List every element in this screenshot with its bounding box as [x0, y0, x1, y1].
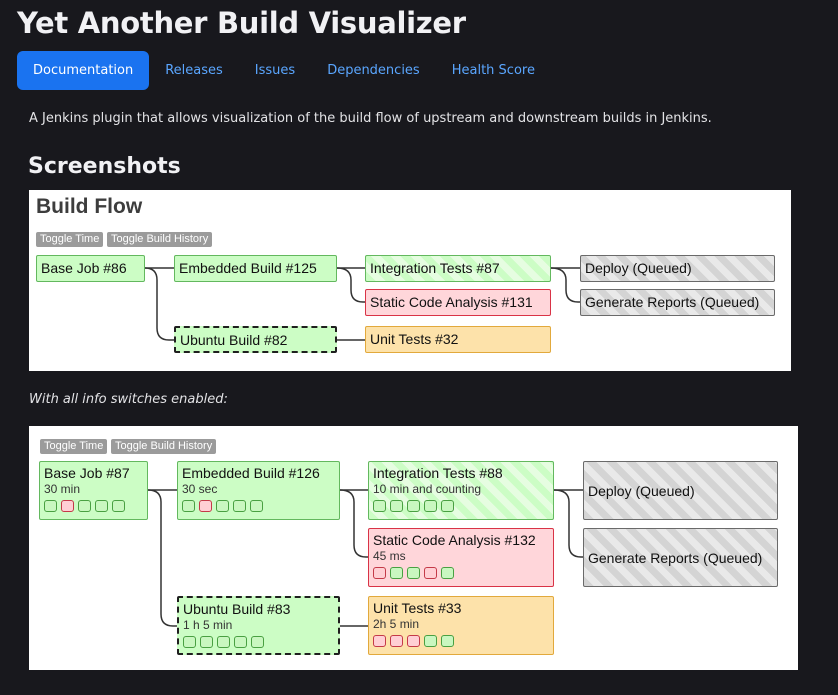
- history-dot-success[interactable]: [251, 636, 264, 648]
- history-dot-success[interactable]: [233, 500, 246, 512]
- history-dot-success[interactable]: [390, 567, 403, 579]
- history-dot-success[interactable]: [390, 500, 403, 512]
- history-dot-success[interactable]: [407, 500, 420, 512]
- build-node-integration-tests[interactable]: Integration Tests #87: [365, 255, 551, 282]
- history-dot-success[interactable]: [95, 500, 108, 512]
- history-dot-success[interactable]: [234, 636, 247, 648]
- build-node-static-analysis[interactable]: Static Code Analysis #132 45 ms: [368, 528, 554, 587]
- node-duration: 2h 5 min: [373, 617, 420, 631]
- tab-issues[interactable]: Issues: [239, 51, 311, 90]
- page-title: Yet Another Build Visualizer: [17, 6, 466, 40]
- build-history: [373, 500, 553, 512]
- tab-health-score[interactable]: Health Score: [436, 51, 551, 90]
- history-dot-failure[interactable]: [373, 567, 386, 579]
- nav-tabs: Documentation Releases Issues Dependenci…: [17, 51, 551, 90]
- node-duration: 45 ms: [373, 549, 406, 563]
- build-node-ubuntu[interactable]: Ubuntu Build #83 1 h 5 min: [177, 596, 340, 655]
- build-node-integration-tests[interactable]: Integration Tests #88 10 min and countin…: [368, 461, 554, 520]
- tab-dependencies[interactable]: Dependencies: [311, 51, 436, 90]
- build-node-ubuntu[interactable]: Ubuntu Build #82: [174, 326, 337, 353]
- history-dot-success[interactable]: [44, 500, 57, 512]
- history-dot-success[interactable]: [217, 636, 230, 648]
- node-label: Embedded Build #126: [182, 465, 320, 481]
- toggle-time-button[interactable]: Toggle Time: [36, 232, 104, 247]
- history-dot-success[interactable]: [407, 567, 420, 579]
- build-node-deploy[interactable]: Deploy (Queued): [583, 461, 778, 520]
- screenshot-build-flow-all-info: Toggle Time Toggle Build History Base Jo…: [29, 426, 798, 670]
- history-dot-success[interactable]: [78, 500, 91, 512]
- build-node-base-job[interactable]: Base Job #87 30 min: [39, 461, 148, 520]
- screenshot-build-flow: Build Flow Toggle Time Toggle Build Hist…: [29, 190, 791, 371]
- build-history: [44, 500, 147, 512]
- connector-embedded-static: [336, 267, 365, 303]
- build-history: [183, 636, 338, 648]
- history-dot-failure[interactable]: [407, 635, 420, 647]
- intro-text: A Jenkins plugin that allows visualizati…: [29, 111, 712, 126]
- node-label: Deploy (Queued): [588, 482, 695, 499]
- build-history: [182, 500, 339, 512]
- history-dot-success[interactable]: [183, 636, 196, 648]
- toggle-build-history-button[interactable]: Toggle Build History: [107, 232, 213, 247]
- build-node-base-job[interactable]: Base Job #86: [36, 255, 145, 282]
- history-dot-success[interactable]: [200, 636, 213, 648]
- connector-base-ubuntu: [147, 489, 177, 627]
- history-dot-failure[interactable]: [373, 635, 386, 647]
- screenshots-heading: Screenshots: [28, 154, 181, 179]
- tab-releases[interactable]: Releases: [149, 51, 239, 90]
- history-dot-success[interactable]: [441, 567, 454, 579]
- build-node-embedded[interactable]: Embedded Build #126 30 sec: [177, 461, 340, 520]
- node-label: Unit Tests #33: [373, 600, 462, 616]
- build-node-deploy[interactable]: Deploy (Queued): [580, 255, 775, 282]
- history-dot-success[interactable]: [424, 500, 437, 512]
- node-label: Ubuntu Build #83: [183, 601, 291, 617]
- build-history: [373, 635, 553, 647]
- build-node-unit-tests[interactable]: Unit Tests #32: [365, 326, 551, 353]
- history-dot-success[interactable]: [373, 500, 386, 512]
- caption-info-switches: With all info switches enabled:: [29, 392, 228, 407]
- build-node-unit-tests[interactable]: Unit Tests #33 2h 5 min: [368, 596, 554, 655]
- node-label: Base Job #87: [44, 465, 130, 481]
- node-duration: 10 min and counting: [373, 482, 482, 496]
- history-dot-success[interactable]: [216, 500, 229, 512]
- history-dot-success[interactable]: [441, 500, 454, 512]
- history-dot-success[interactable]: [182, 500, 195, 512]
- node-label: Generate Reports (Queued): [588, 549, 763, 566]
- node-duration: 1 h 5 min: [183, 618, 233, 632]
- build-node-embedded[interactable]: Embedded Build #125: [174, 255, 337, 282]
- history-dot-failure[interactable]: [424, 567, 437, 579]
- node-label: Integration Tests #88: [373, 465, 503, 481]
- build-node-static-analysis[interactable]: Static Code Analysis #131: [365, 289, 551, 316]
- history-dot-success[interactable]: [112, 500, 125, 512]
- history-dot-failure[interactable]: [61, 500, 74, 512]
- node-label: Static Code Analysis #132: [373, 532, 536, 548]
- toggle-build-history-button[interactable]: Toggle Build History: [111, 439, 217, 454]
- node-duration: 30 sec: [182, 482, 218, 496]
- node-duration: 30 min: [44, 482, 81, 496]
- tab-documentation[interactable]: Documentation: [17, 51, 150, 90]
- history-dot-success[interactable]: [424, 635, 437, 647]
- history-dot-failure[interactable]: [199, 500, 212, 512]
- connector-base-ubuntu: [144, 267, 174, 341]
- history-dot-failure[interactable]: [390, 635, 403, 647]
- toggle-time-button[interactable]: Toggle Time: [40, 439, 108, 454]
- history-dot-success[interactable]: [441, 635, 454, 647]
- connector-integration-reports: [550, 267, 580, 303]
- connector-embedded-static: [339, 489, 368, 558]
- build-node-generate-reports[interactable]: Generate Reports (Queued): [583, 528, 778, 587]
- build-node-generate-reports[interactable]: Generate Reports (Queued): [580, 289, 775, 316]
- panel-title: Build Flow: [36, 195, 143, 218]
- build-history: [373, 567, 553, 579]
- history-dot-success[interactable]: [250, 500, 263, 512]
- connector-integration-reports: [553, 489, 583, 558]
